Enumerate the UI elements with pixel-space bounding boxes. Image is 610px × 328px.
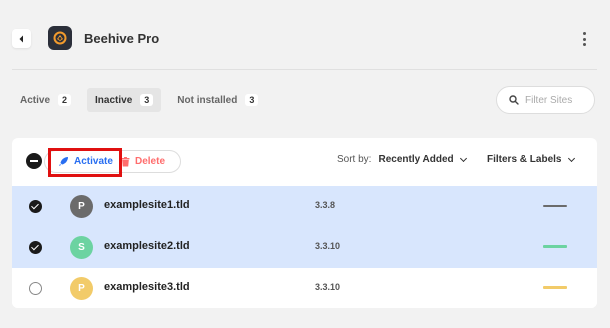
trash-icon xyxy=(121,156,130,166)
sort-control[interactable]: Sort by: Recently Added xyxy=(337,154,467,165)
plugin-version: 3.3.10 xyxy=(315,241,341,251)
plugin-version: 3.3.10 xyxy=(315,282,341,292)
plugin-version: 3.3.8 xyxy=(315,200,336,210)
app-header: Beehive Pro xyxy=(0,0,610,70)
bulk-toolbar: Activate Delete Sort by: Recently Added … xyxy=(12,138,597,186)
site-avatar: P xyxy=(70,277,93,300)
site-avatar: P xyxy=(70,195,93,218)
search-box[interactable] xyxy=(496,86,595,114)
bulk-action-group: Activate Delete xyxy=(44,150,181,173)
site-name[interactable]: examplesite3.tld xyxy=(104,281,190,293)
tab-not-installed[interactable]: Not installed 3 xyxy=(169,88,266,112)
tab-active[interactable]: Active 2 xyxy=(12,88,79,112)
tab-count-badge: 2 xyxy=(58,94,72,106)
status-indicator xyxy=(543,245,567,248)
app-title: Beehive Pro xyxy=(84,31,160,46)
tab-inactive[interactable]: Inactive 3 xyxy=(87,88,162,112)
tab-label: Inactive xyxy=(95,94,133,106)
back-button[interactable] xyxy=(12,29,31,48)
status-tabs: Active 2 Inactive 3 Not installed 3 xyxy=(12,88,266,112)
tab-label: Not installed xyxy=(177,94,238,106)
more-vertical-icon[interactable] xyxy=(578,30,590,48)
delete-label: Delete xyxy=(135,156,166,167)
site-name[interactable]: examplesite2.tld xyxy=(104,240,190,252)
delete-button[interactable]: Delete xyxy=(121,150,165,173)
sort-value[interactable]: Recently Added xyxy=(378,154,453,165)
status-indicator xyxy=(543,205,567,207)
tab-count-badge: 3 xyxy=(245,94,259,106)
status-indicator xyxy=(543,286,567,289)
tab-label: Active xyxy=(20,94,51,106)
rocket-icon xyxy=(59,157,68,166)
chevron-down-icon xyxy=(459,154,467,163)
sort-label: Sort by: xyxy=(337,154,372,165)
search-icon xyxy=(509,95,519,105)
site-name[interactable]: examplesite1.tld xyxy=(104,199,190,211)
header-divider xyxy=(12,69,597,70)
activate-button[interactable]: Activate xyxy=(48,150,120,173)
site-row[interactable]: S examplesite2.tld 3.3.10 xyxy=(12,227,597,268)
app-logo xyxy=(48,26,72,50)
chevron-left-icon xyxy=(19,35,23,42)
site-avatar: S xyxy=(70,236,93,259)
site-row[interactable]: P examplesite1.tld 3.3.8 xyxy=(12,186,597,227)
row-checkbox[interactable] xyxy=(29,241,42,254)
activate-label: Activate xyxy=(74,156,113,167)
beehive-logo-icon xyxy=(53,31,67,45)
filters-labels-button[interactable]: Filters & Labels xyxy=(487,154,576,165)
bulk-select-checkbox[interactable] xyxy=(26,153,42,169)
row-checkbox[interactable] xyxy=(29,282,42,295)
sites-panel: Activate Delete Sort by: Recently Added … xyxy=(12,138,597,308)
chevron-down-icon xyxy=(568,154,576,163)
filters-label: Filters & Labels xyxy=(487,154,562,165)
site-row[interactable]: P examplesite3.tld 3.3.10 xyxy=(12,268,597,308)
search-input[interactable] xyxy=(525,94,589,106)
tab-count-badge: 3 xyxy=(140,94,154,106)
row-checkbox[interactable] xyxy=(29,200,42,213)
